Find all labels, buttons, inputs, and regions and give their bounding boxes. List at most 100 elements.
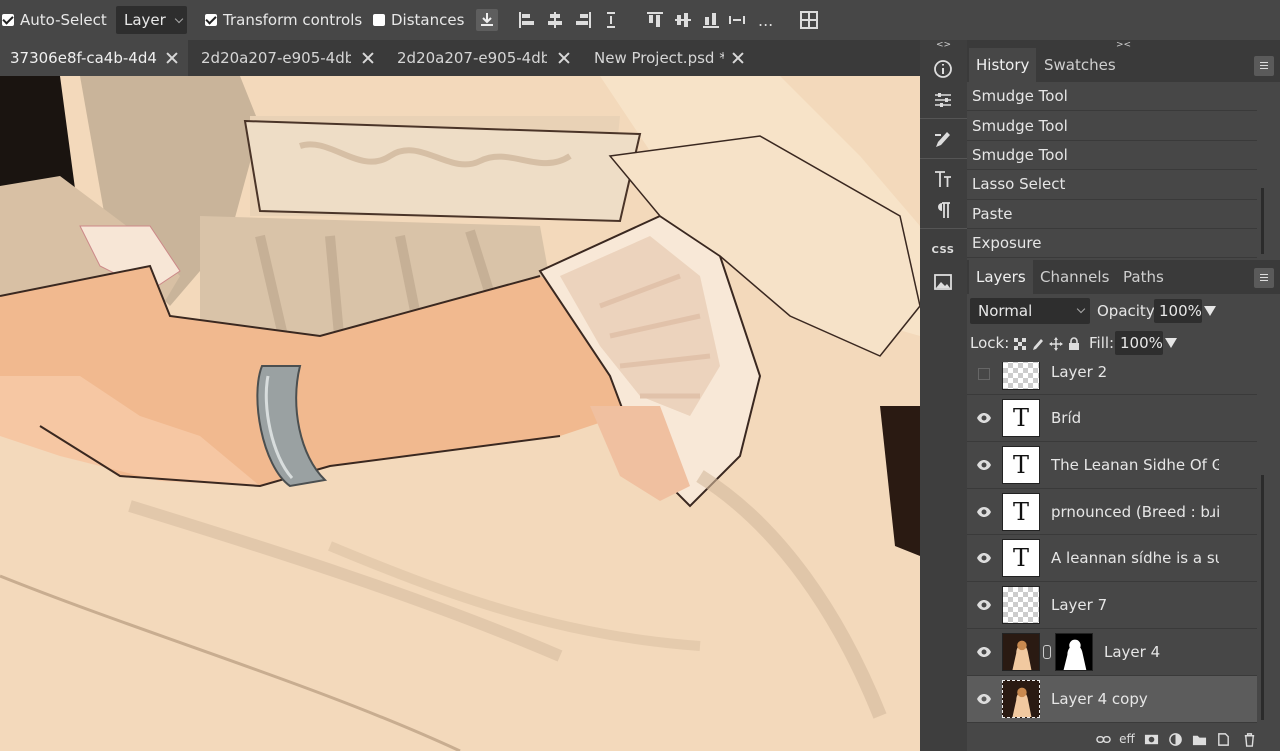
tab-layers[interactable]: Layers — [969, 260, 1033, 294]
auto-select-target-select[interactable]: Layer — [116, 6, 187, 34]
add-mask-icon[interactable] — [1143, 731, 1159, 747]
lock-move-icon[interactable] — [1049, 337, 1063, 351]
close-icon[interactable] — [556, 50, 572, 66]
eye-icon[interactable] — [976, 645, 992, 659]
opacity-dropdown-icon[interactable] — [1204, 306, 1216, 316]
transform-controls-checkbox[interactable] — [205, 14, 217, 26]
eye-icon[interactable] — [976, 551, 992, 565]
align-center-horizontal-icon[interactable] — [544, 9, 566, 31]
layer-name: A leannan sídhe is a supernatural — [1051, 549, 1219, 568]
layer-row[interactable]: T A leannan sídhe is a supernatural — [967, 535, 1257, 583]
layer-row[interactable]: T Bríd — [967, 395, 1257, 442]
trash-icon[interactable] — [1241, 731, 1257, 747]
document-tab[interactable]: 37306e8f-ca4b-4d4 * — [0, 40, 188, 76]
document-tab[interactable]: 2d20a207-e905-4db * — [387, 40, 580, 76]
opacity-label: Opacity: — [1097, 302, 1159, 320]
adjustment-layer-icon[interactable] — [1167, 731, 1183, 747]
visibility-off-icon[interactable] — [978, 368, 990, 380]
fill-dropdown-icon[interactable] — [1165, 338, 1177, 348]
mask-link-icon[interactable] — [1043, 644, 1051, 659]
eye-icon[interactable] — [976, 692, 992, 706]
document-tab-label: 37306e8f-ca4b-4d4 * — [10, 49, 157, 67]
history-item[interactable]: Smudge Tool — [967, 82, 1257, 112]
collapse-handle-left[interactable]: <> — [920, 40, 967, 50]
tab-swatches[interactable]: Swatches — [1037, 48, 1123, 82]
lock-transparency-icon[interactable] — [1013, 337, 1027, 351]
layer-row[interactable]: Layer 4 — [967, 629, 1257, 676]
align-top-icon[interactable] — [644, 9, 666, 31]
character-text-icon[interactable] — [928, 165, 958, 193]
transform-controls-toggle[interactable]: Transform controls — [205, 0, 362, 40]
layer-row[interactable]: Layer 2 — [967, 362, 1257, 395]
layer-effects-button[interactable]: eff — [1119, 731, 1135, 747]
layer-row[interactable]: T prnounced (Breed : bɹid) — [967, 489, 1257, 536]
link-layers-icon[interactable] — [1095, 731, 1111, 747]
layer-row[interactable]: T The Leanan Sidhe Of Galway — [967, 442, 1257, 489]
new-layer-icon[interactable] — [1215, 731, 1231, 747]
align-bottom-icon[interactable] — [700, 9, 722, 31]
text-layer-thumbnail: T — [1002, 492, 1040, 531]
divider — [920, 228, 967, 229]
eye-icon[interactable] — [976, 505, 992, 519]
history-item[interactable]: Smudge Tool — [967, 141, 1257, 171]
history-item[interactable]: Paste — [967, 200, 1257, 229]
layer-thumbnail — [1002, 586, 1040, 625]
history-scrollbar[interactable] — [1261, 188, 1264, 254]
layer-row[interactable]: Layer 7 — [967, 582, 1257, 629]
distances-toggle[interactable]: Distances — [373, 0, 464, 40]
opacity-input[interactable]: 100% — [1154, 299, 1202, 323]
document-tab[interactable]: New Project.psd * — [584, 40, 754, 76]
folder-icon[interactable] — [1191, 731, 1207, 747]
layer-mask-thumbnail[interactable] — [1055, 632, 1093, 671]
layers-panel: Layers Channels Paths Normal Opacity: 10… — [967, 260, 1280, 727]
history-item[interactable]: Smudge Tool — [967, 111, 1257, 141]
blend-mode-select[interactable]: Normal — [970, 298, 1090, 324]
close-icon[interactable] — [730, 50, 746, 66]
history-item[interactable]: Exposure — [967, 229, 1257, 259]
tab-history[interactable]: History — [969, 48, 1037, 82]
eye-icon[interactable] — [976, 598, 992, 612]
image-icon[interactable] — [928, 268, 958, 296]
eye-icon[interactable] — [976, 458, 992, 472]
layers-scrollbar[interactable] — [1261, 475, 1264, 720]
lock-label: Lock: — [970, 334, 1010, 352]
close-icon[interactable] — [164, 50, 180, 66]
lock-all-icon[interactable] — [1067, 337, 1081, 351]
history-item[interactable]: Lasso Select — [967, 170, 1257, 200]
layer-name: The Leanan Sidhe Of Galway — [1051, 455, 1219, 474]
panel-menu-icon[interactable] — [1254, 56, 1274, 76]
eye-icon[interactable] — [976, 411, 992, 425]
paragraph-icon[interactable] — [928, 196, 958, 224]
distribute-horizontal-icon[interactable] — [726, 9, 748, 31]
history-panel: History Swatches Smudge Tool Smudge Tool… — [967, 48, 1280, 260]
adjustments-icon[interactable] — [928, 86, 958, 114]
panel-menu-icon[interactable] — [1254, 268, 1274, 288]
document-tabs: 37306e8f-ca4b-4d4 * 2d20a207-e905-4db * … — [0, 40, 920, 76]
document-tab[interactable]: 2d20a207-e905-4db * — [191, 40, 384, 76]
tab-channels[interactable]: Channels — [1033, 260, 1116, 294]
chevron-down-icon — [1076, 304, 1086, 314]
align-left-icon[interactable] — [516, 9, 538, 31]
tab-paths[interactable]: Paths — [1116, 260, 1171, 294]
css-icon[interactable]: CSS — [928, 236, 958, 264]
info-icon[interactable] — [928, 55, 958, 83]
close-icon[interactable] — [360, 50, 376, 66]
align-middle-vertical-icon[interactable] — [672, 9, 694, 31]
grid-layout-icon[interactable] — [798, 9, 820, 31]
auto-select-toggle[interactable]: Auto-Select — [2, 0, 107, 40]
auto-select-checkbox[interactable] — [2, 14, 14, 26]
document-canvas[interactable] — [0, 76, 920, 751]
fill-input[interactable]: 100% — [1115, 331, 1163, 355]
brush-settings-icon[interactable] — [928, 126, 958, 154]
align-right-icon[interactable] — [572, 9, 594, 31]
distribute-vertical-icon[interactable] — [600, 9, 622, 31]
blend-mode-value: Normal — [978, 302, 1033, 320]
layer-name: prnounced (Breed : bɹid) — [1051, 502, 1219, 521]
distances-checkbox[interactable] — [373, 14, 385, 26]
download-icon[interactable] — [476, 9, 498, 31]
lock-paint-icon[interactable] — [1031, 337, 1045, 351]
layer-row-selected[interactable]: Layer 4 copy — [967, 675, 1257, 723]
text-layer-thumbnail: T — [1002, 445, 1040, 484]
layers-bottom-bar: eff — [967, 727, 1280, 751]
more-options-button[interactable]: ... — [758, 0, 773, 40]
